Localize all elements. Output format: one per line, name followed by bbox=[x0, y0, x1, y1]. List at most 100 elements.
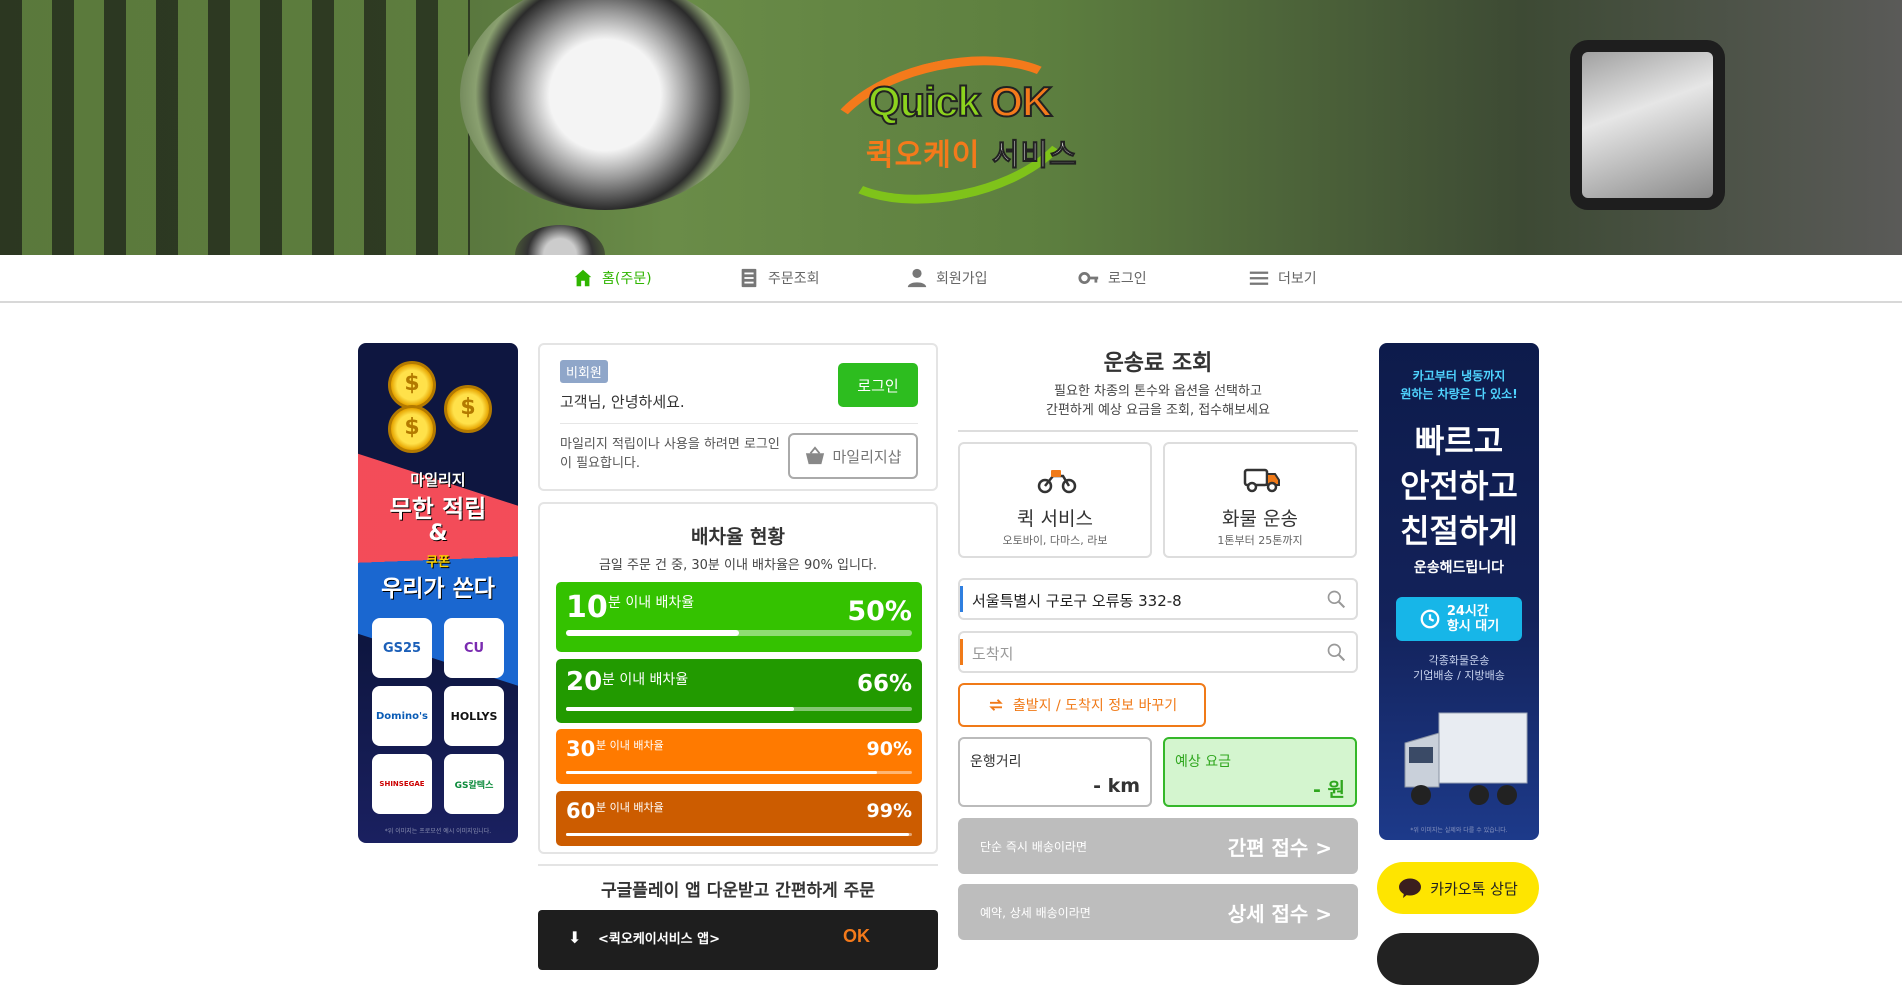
rate-label: 분 이내 배차율 bbox=[608, 595, 695, 611]
rate-progress-fill bbox=[566, 707, 795, 711]
promo-line-2: 무한 적립 bbox=[389, 495, 487, 523]
distance-box: 운행거리 - km bbox=[958, 737, 1152, 807]
coin-icon: $ bbox=[444, 385, 492, 433]
kakao-consult-button[interactable]: 카카오톡 상담 bbox=[1377, 862, 1539, 914]
promo-line-4: 쿠폰 bbox=[426, 555, 450, 570]
detail-order-button[interactable]: 예약, 상세 배송이라면 상세 접수 > bbox=[958, 884, 1358, 940]
brand-gscaltex-logo: GS칼텍스 bbox=[444, 754, 504, 814]
fare-subtitle-line-2: 간편하게 예상 요금을 조회, 접수해보세요 bbox=[1046, 403, 1270, 418]
rate-label: 분 이내 배차율 bbox=[596, 801, 664, 814]
mileage-shop-button[interactable]: 마일리지샵 bbox=[788, 433, 918, 479]
promo-line-3: & bbox=[428, 521, 448, 546]
freight-promo-small: 운송해드립니다 bbox=[1413, 560, 1505, 576]
always-available-badge: 24시간 항시 대기 bbox=[1396, 597, 1522, 641]
list-icon bbox=[741, 268, 757, 288]
service-quick[interactable]: 퀵 서비스 오토바이, 다마스, 라보 bbox=[958, 442, 1152, 558]
dispatch-subtitle: 금일 주문 건 중, 30분 이내 배차율은 90% 입니다. bbox=[598, 558, 878, 573]
nav-more[interactable]: 더보기 bbox=[1248, 255, 1317, 301]
destination-input[interactable]: 도착지 bbox=[958, 631, 1358, 673]
nav-login[interactable]: 로그인 bbox=[1078, 255, 1147, 301]
rate-percent: 90% bbox=[866, 738, 912, 760]
fare-title: 운송료 조회 bbox=[1103, 351, 1213, 376]
nav-login-label: 로그인 bbox=[1108, 271, 1147, 287]
detail-order-label: 상세 접수 > bbox=[1227, 902, 1332, 926]
brand-cu-logo: CU bbox=[444, 618, 504, 678]
logo-quick-text: Quick bbox=[867, 77, 982, 126]
nav-signup[interactable]: 회원가입 bbox=[906, 255, 988, 301]
mileage-note: 마일리지 적립이나 사용을 하려면 로그인이 필요합니다. bbox=[560, 437, 780, 471]
nav-home[interactable]: 홈(주문) bbox=[572, 255, 652, 301]
service-freight-name: 화물 운송 bbox=[1222, 508, 1298, 530]
download-icon: ⬇ bbox=[568, 928, 582, 947]
destination-placeholder: 도착지 bbox=[972, 645, 1014, 663]
hero-grille-image bbox=[0, 0, 470, 255]
badge-24h: 24시간 bbox=[1446, 604, 1489, 619]
fare-subtitle: 필요한 차종의 톤수와 옵션을 선택하고 간편하게 예상 요금을 조회, 접수해… bbox=[958, 382, 1358, 420]
rate-label: 분 이내 배차율 bbox=[596, 739, 664, 752]
brand-shinsegae-logo: SHINSEGAE bbox=[372, 754, 432, 814]
freight-promo-top-1: 카고부터 냉동까지 bbox=[1412, 369, 1506, 383]
simple-order-label: 간편 접수 > bbox=[1227, 836, 1332, 860]
distance-value: - km bbox=[1093, 775, 1140, 797]
rate-label: 분 이내 배차율 bbox=[602, 672, 689, 688]
brand-hollys-logo: HOLLYS bbox=[444, 686, 504, 746]
main-nav: 홈(주문) 주문조회 회원가입 로그인 더보기 bbox=[0, 255, 1902, 303]
dispatch-title: 배차율 현황 bbox=[690, 526, 785, 548]
rate-row-20min: 20 분 이내 배차율 66% bbox=[556, 659, 922, 723]
hero-mirror-image bbox=[1570, 40, 1725, 210]
logo-ok-text: OK bbox=[989, 77, 1053, 126]
truck-image bbox=[1404, 712, 1528, 805]
googleplay-download-banner[interactable]: ⬇ <퀵오케이서비스 앱> OK bbox=[538, 910, 938, 970]
home-icon bbox=[574, 269, 592, 287]
divider bbox=[958, 430, 1358, 432]
rate-percent: 99% bbox=[866, 800, 912, 822]
brand-gs25-logo: GS25 bbox=[372, 618, 432, 678]
brand-dominos-logo: Domino's bbox=[372, 686, 432, 746]
freight-promo-footnote: *위 이미지는 실제와 다를 수 있습니다. bbox=[1410, 827, 1508, 834]
rate-minutes: 60 bbox=[566, 799, 596, 823]
rate-minutes: 10 bbox=[566, 590, 608, 625]
menu-icon bbox=[1249, 271, 1269, 285]
nav-order-lookup[interactable]: 주문조회 bbox=[738, 255, 820, 301]
freight-promo-headline-2: 안전하고 bbox=[1400, 467, 1518, 505]
freight-service-1: 각종화물운송 bbox=[1428, 654, 1490, 667]
price-value: - 원 bbox=[1313, 779, 1345, 801]
freight-promo-headline-3: 친절하게 bbox=[1400, 512, 1518, 550]
detail-order-sub: 예약, 상세 배송이라면 bbox=[980, 906, 1091, 920]
search-icon[interactable] bbox=[1326, 589, 1346, 609]
swap-label: 출발지 / 도착지 정보 바꾸기 bbox=[1012, 698, 1178, 714]
youtube-button[interactable] bbox=[1377, 933, 1539, 985]
service-quick-desc: 오토바이, 다마스, 라보 bbox=[1002, 534, 1108, 547]
googleplay-ok-logo: OK bbox=[843, 926, 870, 946]
nav-more-label: 더보기 bbox=[1278, 271, 1317, 287]
greeting-text: 고객님, 안녕하세요. bbox=[560, 393, 685, 411]
rate-minutes: 20 bbox=[566, 667, 603, 697]
badge-always: 항시 대기 bbox=[1446, 619, 1500, 634]
freight-promo-top-2: 원하는 차량은 다 있소! bbox=[1400, 387, 1518, 401]
basket-icon bbox=[806, 446, 825, 465]
coin-icon: $ bbox=[388, 361, 436, 409]
service-freight-desc: 1톤부터 25톤까지 bbox=[1217, 534, 1303, 547]
freight-promo-top: 카고부터 냉동까지 원하는 차량은 다 있소! bbox=[1379, 367, 1539, 403]
rate-progress-fill bbox=[566, 833, 909, 836]
promo-line-1: 마일리지 bbox=[410, 471, 466, 489]
coin-icon: $ bbox=[388, 405, 436, 453]
site-logo[interactable]: Quick OK 퀵오케이 서비스 bbox=[808, 34, 1092, 226]
mileage-promo-banner[interactable]: $ $ $ 마일리지 무한 적립 & 쿠폰 우리가 쏜다 GS25 CU Dom… bbox=[358, 343, 518, 843]
simple-order-button[interactable]: 단순 즉시 배송이라면 간편 접수 > bbox=[958, 818, 1358, 874]
rate-row-30min: 30 분 이내 배차율 90% bbox=[556, 729, 922, 784]
dispatch-rate-card: 배차율 현황 금일 주문 건 중, 30분 이내 배차율은 90% 입니다. 1… bbox=[538, 502, 938, 854]
member-card: 비회원 고객님, 안녕하세요. 로그인 마일리지 적립이나 사용을 하려면 로그… bbox=[538, 343, 938, 491]
hero-foglamp-image bbox=[515, 225, 605, 255]
motorcycle-icon bbox=[1037, 470, 1077, 494]
hero-banner: Quick OK 퀵오케이 서비스 bbox=[0, 0, 1902, 255]
rate-percent: 66% bbox=[856, 671, 912, 697]
service-freight[interactable]: 화물 운송 1톤부터 25톤까지 bbox=[1163, 442, 1357, 558]
nav-signup-label: 회원가입 bbox=[936, 271, 988, 287]
search-icon[interactable] bbox=[1326, 642, 1346, 662]
freight-promo-banner[interactable]: 카고부터 냉동까지 원하는 차량은 다 있소! 빠르고 안전하고 친절하게 운송… bbox=[1379, 343, 1539, 840]
origin-input[interactable]: 서울특별시 구로구 오류동 332-8 bbox=[958, 578, 1358, 620]
login-button[interactable]: 로그인 bbox=[838, 363, 918, 407]
swap-origin-destination-button[interactable]: 출발지 / 도착지 정보 바꾸기 bbox=[958, 683, 1206, 727]
fare-subtitle-line-1: 필요한 차종의 톤수와 옵션을 선택하고 bbox=[1054, 384, 1262, 399]
